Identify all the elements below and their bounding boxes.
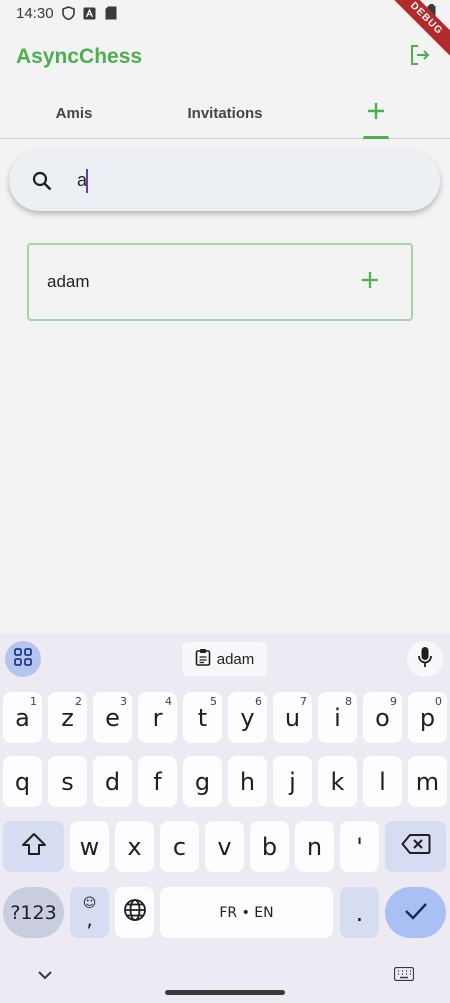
search-icon [31, 170, 53, 192]
app-bar: AsyncChess [0, 26, 450, 88]
system-nav-bar [0, 955, 450, 1003]
keyboard-apps-button[interactable] [5, 641, 41, 677]
emoji-comma-key[interactable]: ☺ , [70, 887, 109, 938]
key-e[interactable]: e3 [93, 692, 132, 743]
key-k[interactable]: k [318, 756, 357, 807]
key-w[interactable]: w [70, 821, 109, 872]
key-p[interactable]: p0 [408, 692, 447, 743]
key-x[interactable]: x [115, 821, 154, 872]
plus-icon [361, 271, 379, 294]
globe-icon [123, 898, 147, 928]
check-icon [404, 899, 428, 927]
key-j[interactable]: j [273, 756, 312, 807]
key-a[interactable]: a1 [3, 692, 42, 743]
period-key[interactable]: . [340, 887, 379, 938]
text-caret [86, 169, 88, 193]
key-g[interactable]: g [183, 756, 222, 807]
logout-button[interactable] [406, 43, 434, 71]
soft-keyboard: adam a1 z2 e3 r4 t5 y6 u7 i8 o9 p0 q s d… [0, 633, 450, 1003]
search-bar[interactable] [9, 150, 440, 211]
key-v[interactable]: v [205, 821, 244, 872]
key-r[interactable]: r4 [138, 692, 177, 743]
plus-icon [367, 102, 385, 124]
suggestion-text: adam [216, 650, 255, 668]
key-b[interactable]: b [250, 821, 289, 872]
chevron-down-icon [37, 967, 53, 985]
key-f[interactable]: f [138, 756, 177, 807]
key-apostrophe[interactable]: ' [340, 821, 379, 872]
key-c[interactable]: c [160, 821, 199, 872]
key-o[interactable]: o9 [363, 692, 402, 743]
font-icon [83, 6, 97, 20]
key-i[interactable]: i8 [318, 692, 357, 743]
tab-invitations[interactable]: Invitations [148, 88, 302, 138]
key-d[interactable]: d [93, 756, 132, 807]
search-input[interactable] [77, 170, 397, 191]
tab-indicator [363, 136, 389, 139]
apps-grid-icon [13, 647, 33, 672]
key-h[interactable]: h [228, 756, 267, 807]
key-s[interactable]: s [48, 756, 87, 807]
backspace-icon [401, 833, 431, 861]
home-gesture-handle[interactable] [165, 990, 285, 995]
key-m[interactable]: m [408, 756, 447, 807]
sdcard-icon [104, 6, 118, 20]
keyboard-icon [393, 966, 415, 986]
app-title: AsyncChess [16, 45, 143, 68]
enter-key[interactable] [385, 887, 446, 938]
add-friend-button[interactable] [359, 271, 381, 293]
key-z[interactable]: z2 [48, 692, 87, 743]
key-u[interactable]: u7 [273, 692, 312, 743]
shift-key[interactable] [3, 821, 64, 872]
tab-amis[interactable]: Amis [0, 88, 148, 138]
shield-icon [62, 6, 76, 20]
clipboard-icon [195, 648, 211, 670]
key-t[interactable]: t5 [183, 692, 222, 743]
key-n[interactable]: n [295, 821, 334, 872]
key-l[interactable]: l [363, 756, 402, 807]
shift-icon [21, 832, 47, 862]
mic-icon [418, 646, 432, 673]
symbols-key[interactable]: ?123 [3, 887, 64, 938]
key-y[interactable]: y6 [228, 692, 267, 743]
hide-keyboard-button[interactable] [36, 967, 54, 985]
tab-amis-label: Amis [55, 104, 93, 122]
status-time: 14:30 [16, 4, 54, 22]
status-bar: 14:30 [0, 0, 450, 26]
user-result-card: adam [27, 243, 413, 321]
user-result-name: adam [47, 272, 90, 291]
keyboard-toolbar: adam [0, 633, 450, 683]
tab-add-friend[interactable] [302, 88, 450, 139]
language-key[interactable] [115, 887, 154, 938]
tab-invitations-label: Invitations [187, 104, 263, 122]
backspace-key[interactable] [385, 821, 446, 872]
logout-icon [408, 43, 432, 72]
key-q[interactable]: q [3, 756, 42, 807]
clipboard-suggestion[interactable]: adam [182, 642, 267, 676]
space-key[interactable]: FR • EN [160, 887, 333, 938]
switch-keyboard-button[interactable] [393, 966, 415, 986]
voice-input-button[interactable] [407, 641, 443, 677]
tab-bar: Amis Invitations [0, 88, 450, 139]
